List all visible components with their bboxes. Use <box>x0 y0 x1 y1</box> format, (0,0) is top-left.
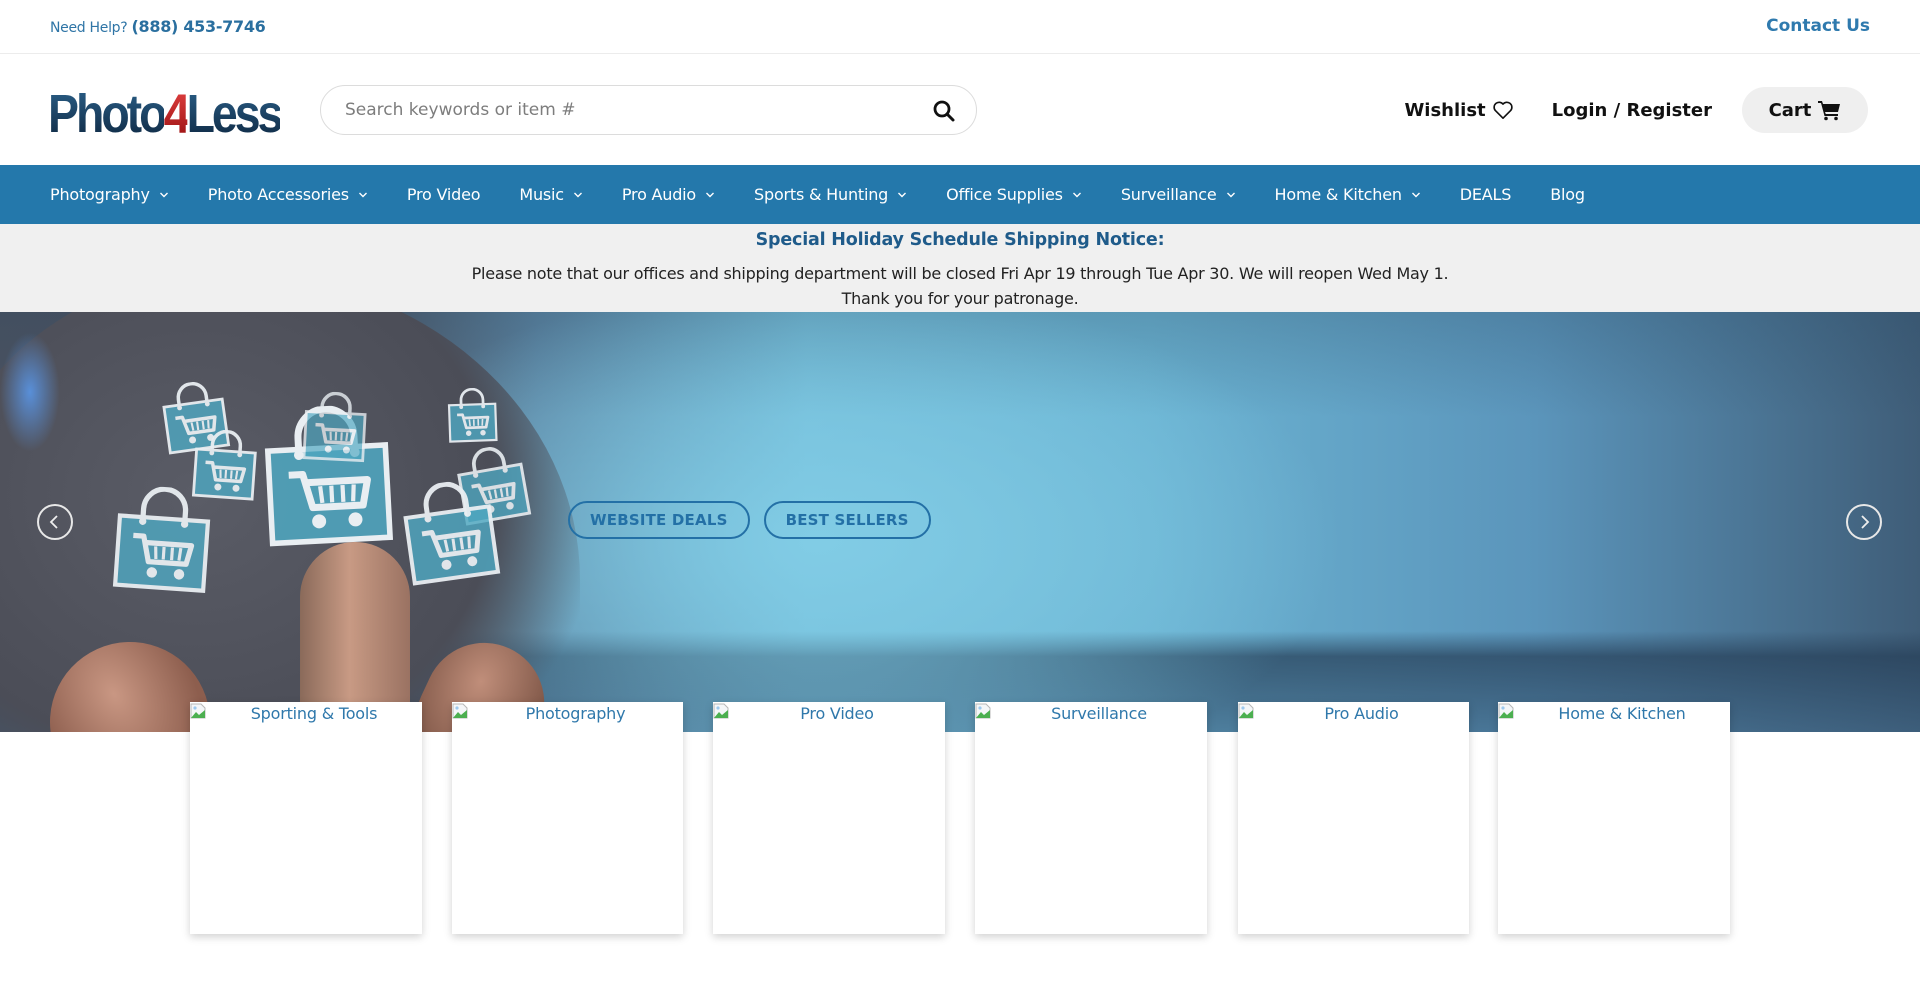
logo-text-photo: Photo <box>48 84 168 144</box>
nav-item-photography[interactable]: Photography <box>50 185 169 204</box>
nav-item-label: Photo Accessories <box>207 185 349 204</box>
main-nav-list: Photography Photo Accessories Pro Video Mus… <box>0 165 1920 224</box>
nav-item-label: Sports & Hunting <box>754 185 889 204</box>
nav-item-blog[interactable]: Blog <box>1550 185 1585 204</box>
nav-item-label: Photography <box>50 185 150 204</box>
nav-item-home-kitchen[interactable]: Home & Kitchen <box>1275 185 1421 204</box>
main-nav: Photography Photo Accessories Pro Video Mus… <box>0 165 1920 224</box>
shipping-notice: Special Holiday Schedule Shipping Notice… <box>0 224 1920 312</box>
nav-item-label: Surveillance <box>1120 185 1217 204</box>
chevron-down-icon <box>1411 192 1420 197</box>
header-actions: Wishlist Login / Register Cart <box>1404 87 1868 133</box>
wishlist-link[interactable]: Wishlist <box>1404 100 1513 121</box>
login-register-link[interactable]: Login / Register <box>1552 100 1712 121</box>
category-card-photography[interactable]: Photography <box>452 702 683 934</box>
category-label: Surveillance <box>1051 704 1147 723</box>
chevron-down-icon <box>898 192 907 197</box>
hero-carousel: WEBSITE DEALS BEST SELLERS <box>0 312 1920 732</box>
chevron-right-icon <box>1861 515 1870 529</box>
shopping-bag-icon <box>394 476 507 589</box>
nav-item-surveillance[interactable]: Surveillance <box>1121 185 1236 204</box>
site-logo[interactable]: Photo 4 Less <box>48 82 284 145</box>
nav-item-label: Office Supplies <box>946 185 1063 204</box>
notice-thanks: Thank you for your patronage. <box>841 289 1079 308</box>
hero-image-glare <box>0 332 60 452</box>
wishlist-label: Wishlist <box>1404 99 1486 121</box>
category-card-home-kitchen[interactable]: Home & Kitchen <box>1498 702 1730 934</box>
heart-icon <box>1492 101 1513 119</box>
phone-link[interactable]: (888) 453-7746 <box>132 17 266 36</box>
chevron-down-icon <box>358 192 367 197</box>
contact-us-link[interactable]: Contact Us <box>1766 16 1870 36</box>
nav-item-pro-audio[interactable]: Pro Audio <box>622 185 715 204</box>
category-card-pro-video[interactable]: Pro Video <box>713 702 945 934</box>
cart-button[interactable]: Cart <box>1742 87 1868 133</box>
nav-item-label: DEALS <box>1459 185 1512 204</box>
chevron-left-icon <box>49 515 58 529</box>
nav-item-label: Music <box>519 185 564 204</box>
utility-bar: Need Help? (888) 453-7746 Contact Us <box>0 0 1920 54</box>
notice-text: Please note that our offices and shippin… <box>471 264 1449 283</box>
search-input[interactable] <box>345 86 905 134</box>
category-label: Photography <box>525 704 626 723</box>
logo-text-4: 4 <box>163 82 191 145</box>
chevron-down-icon <box>159 192 168 197</box>
nav-item-label: Blog <box>1550 185 1585 204</box>
category-cards: Sporting & Tools Photography Pro Video Surv… <box>0 702 1920 934</box>
search-bar <box>320 85 977 135</box>
nav-item-deals[interactable]: DEALS <box>1459 185 1512 204</box>
site-header: Photo4Less Wishlist Login / Register Car… <box>0 54 1920 165</box>
logo-text-less: Less <box>186 84 284 144</box>
search-icon[interactable] <box>932 99 956 123</box>
nav-item-music[interactable]: Music <box>519 185 583 204</box>
category-label: Home & Kitchen <box>1558 704 1686 723</box>
chevron-down-icon <box>1072 192 1081 197</box>
carousel-prev-button[interactable] <box>37 504 73 540</box>
category-label: Pro Audio <box>1324 704 1399 723</box>
shopping-bag-icon <box>444 387 501 444</box>
shopping-bag-icon <box>298 390 372 464</box>
carousel-next-button[interactable] <box>1846 504 1882 540</box>
category-card-sporting-tools[interactable]: Sporting & Tools <box>190 702 422 934</box>
nav-item-photo-accessories[interactable]: Photo Accessories <box>208 185 368 204</box>
chevron-down-icon <box>706 192 715 197</box>
nav-item-pro-video[interactable]: Pro Video <box>407 185 481 204</box>
nav-item-label: Home & Kitchen <box>1274 185 1402 204</box>
chevron-down-icon <box>573 192 582 197</box>
nav-item-office-supplies[interactable]: Office Supplies <box>946 185 1082 204</box>
cart-icon <box>1818 101 1841 121</box>
hero-buttons: WEBSITE DEALS BEST SELLERS <box>568 501 945 539</box>
cart-label: Cart <box>1768 99 1812 121</box>
nav-item-label: Pro Video <box>406 185 481 204</box>
notice-title: Special Holiday Schedule Shipping Notice… <box>755 230 1165 250</box>
website-deals-button[interactable]: WEBSITE DEALS <box>568 501 750 539</box>
shopping-bag-icon <box>106 483 218 595</box>
chevron-down-icon <box>1226 192 1235 197</box>
nav-item-label: Pro Audio <box>621 185 697 204</box>
help-label: Need Help? <box>50 20 128 36</box>
category-label: Sporting & Tools <box>250 704 378 723</box>
help-contact: Need Help? (888) 453-7746 <box>50 17 266 36</box>
nav-item-sports-hunting[interactable]: Sports & Hunting <box>754 185 907 204</box>
category-card-surveillance[interactable]: Surveillance <box>975 702 1207 934</box>
category-card-pro-audio[interactable]: Pro Audio <box>1238 702 1469 934</box>
best-sellers-button[interactable]: BEST SELLERS <box>763 501 931 539</box>
category-label: Pro Video <box>800 704 874 723</box>
